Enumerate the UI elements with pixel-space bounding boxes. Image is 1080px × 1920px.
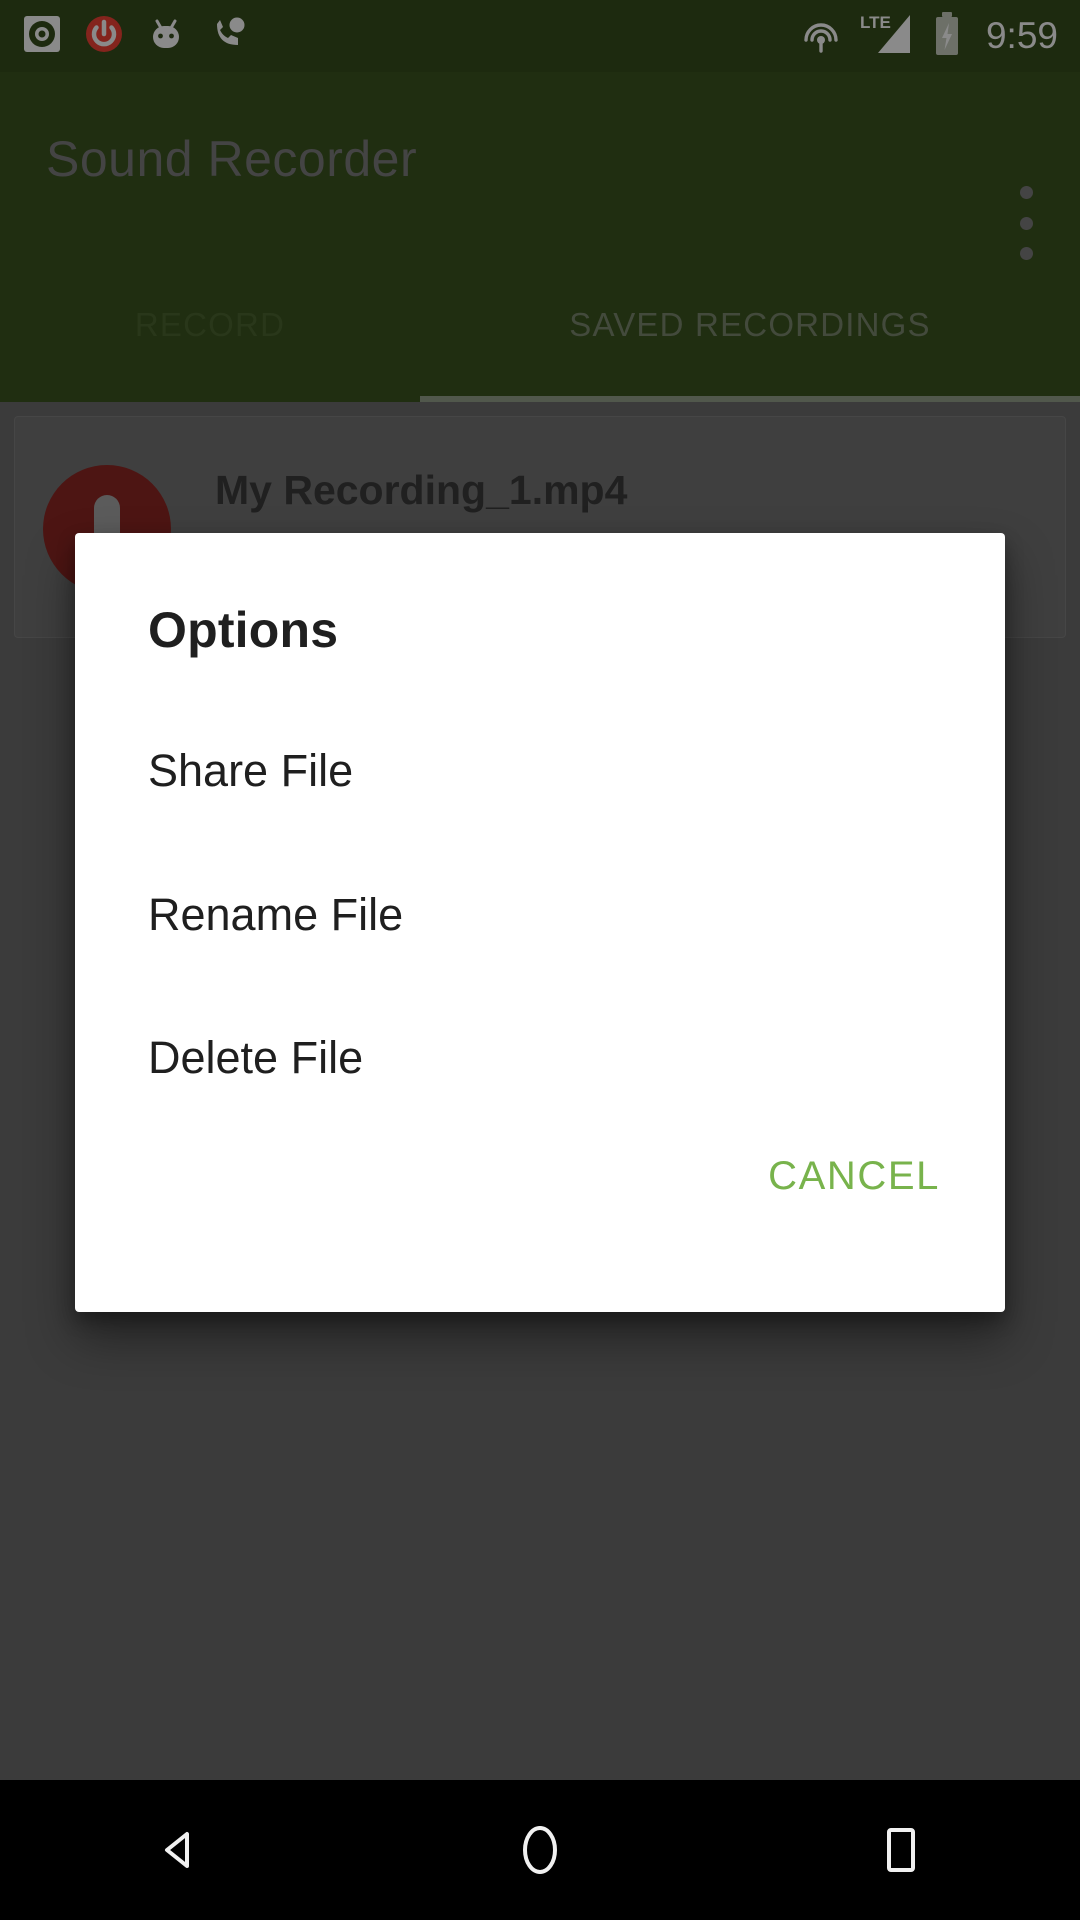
dialog-option-delete-file[interactable]: Delete File — [148, 1020, 938, 1096]
back-button[interactable] — [90, 1780, 270, 1920]
home-circle-icon — [523, 1826, 557, 1874]
dialog-option-share-file[interactable]: Share File — [148, 733, 938, 809]
cancel-button[interactable]: CANCEL — [758, 1140, 950, 1213]
home-button[interactable] — [450, 1780, 630, 1920]
dialog-title: Options — [148, 602, 339, 658]
system-navigation-bar — [0, 1780, 1080, 1920]
dialog-option-rename-file[interactable]: Rename File — [148, 877, 938, 953]
back-triangle-icon — [165, 1832, 189, 1868]
recents-button[interactable] — [810, 1780, 990, 1920]
phone-screen: LTE 9:59 Sound Recorder RECORD SAVED REC… — [0, 0, 1080, 1920]
options-dialog: Options Share File Rename File Delete Fi… — [75, 533, 1005, 1312]
recents-square-icon — [887, 1828, 915, 1872]
